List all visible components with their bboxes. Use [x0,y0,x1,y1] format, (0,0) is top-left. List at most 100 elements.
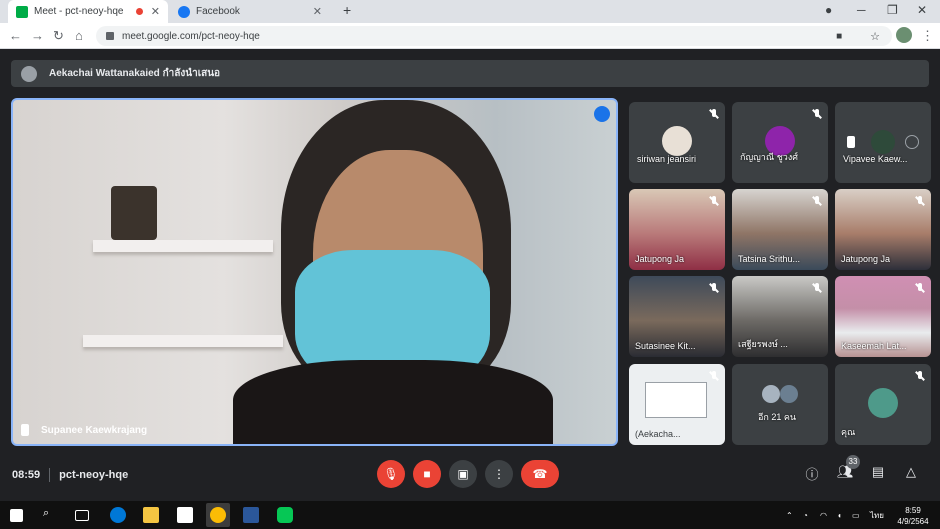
remove-icon[interactable] [905,135,919,149]
mic-off-icon: 🎙︎ [383,467,399,481]
tab-title: Facebook [196,6,240,17]
more-options-button[interactable]: ⋮ [485,460,513,488]
menu-icon[interactable]: ⋮ [921,28,934,44]
keyboard-icon[interactable]: ▭ [852,510,860,521]
forward-icon[interactable]: → [31,28,44,43]
participant-tile[interactable]: Jatupong Ja [629,189,725,270]
meeting-info: 08:59 pct-neoy-hqe [12,468,128,482]
search-icon[interactable]: ⌕ [43,507,59,523]
browser-tab-strip: Meet - pct-neoy-hqe ✕ Facebook ✕ + ● ─ ❐… [0,0,940,23]
main-video-tile[interactable]: Supanee Kaewkrajang [11,98,618,446]
participant-name: Supanee Kaewkrajang [41,424,148,436]
line-icon[interactable] [277,507,293,523]
windows-taskbar: ⌕ ⌃ ◔ ◠ ◖ ▭ ไทย 8:59 4/9/2564 [0,501,940,529]
system-clock[interactable]: 8:59 4/9/2564 [893,505,933,527]
participant-tile[interactable]: Jatupong Ja [835,189,931,270]
volume-icon[interactable]: ◖ [837,510,842,521]
window-close-button[interactable]: ✕ [917,3,927,17]
new-tab-button[interactable]: + [343,2,351,18]
participant-tile[interactable]: (Aekacha... [629,364,725,445]
tab-title: Meet - pct-neoy-hqe [34,6,124,17]
avatar [780,385,798,403]
more-vert-icon: ⋮ [493,467,505,481]
mic-off-icon [812,196,822,206]
participant-name: (Aekacha... [635,429,681,439]
camera-icon[interactable]: ■ [836,31,842,42]
shelf [83,335,283,347]
tray-chevron-icon[interactable]: ⌃ [786,510,793,521]
participant-tile[interactable]: Sutasinee Kit... [629,276,725,357]
self-tile[interactable]: คุณ [835,364,931,445]
present-screen-icon: ▣ [457,467,469,481]
participant-name: คุณ [841,427,856,437]
facebook-icon [178,5,190,18]
activities-icon[interactable]: △ [903,464,919,480]
profile-avatar[interactable] [896,27,912,43]
home-icon[interactable]: ⌂ [75,28,83,43]
mic-off-icon [915,371,925,381]
camera-toggle-button[interactable]: ■ [413,460,441,488]
profile-dropdown-icon[interactable]: ● [825,3,832,17]
participant-name: Tatsina Srithu... [738,254,801,264]
participant-tile[interactable]: เสฐียรพงษ์ ... [732,276,828,357]
chat-icon[interactable]: ▤ [870,464,886,480]
participant-name: siriwan jeansiri [637,154,697,164]
present-button[interactable]: ▣ [449,460,477,488]
participant-name: Kaseemah Lat... [841,341,907,351]
mute-button[interactable] [871,130,895,154]
more-participants-tile[interactable]: อีก 21 คน [732,364,828,445]
browser-toolbar: ← → ↻ ⌂ meet.google.com/pct-neoy-hqe ■ ☆… [0,23,940,49]
pin-icon[interactable] [21,424,29,436]
avatar [662,126,692,156]
store-icon[interactable] [177,507,193,523]
avatar [762,385,780,403]
main-tile-name: Supanee Kaewkrajang [21,424,147,436]
participant-tile[interactable]: siriwan jeansiri [629,102,725,183]
participant-name: Vipavee Kaew... [843,154,908,164]
windows-start-icon[interactable] [10,509,23,522]
participant-count-badge: 33 [846,455,860,469]
meeting-details-icon[interactable]: ⓘ [804,464,820,482]
participant-tile[interactable]: Tatsina Srithu... [732,189,828,270]
lock-icon [106,32,114,40]
hang-up-icon: ☎ [532,467,548,481]
participant-tile[interactable]: Vipavee Kaew... [835,102,931,183]
notification-icon[interactable]: ◔ [803,510,808,521]
close-icon[interactable]: ✕ [151,5,160,18]
wifi-icon[interactable]: ◠ [820,510,827,521]
address-bar[interactable]: meet.google.com/pct-neoy-hqe ■ ☆ [96,26,892,46]
participant-tile[interactable]: กัญญาณี ชูวงศ์ [732,102,828,183]
camera-off-icon: ■ [423,467,431,481]
mic-off-icon [709,109,719,119]
avatar [21,65,37,82]
participant-name: กัญญาณี ชูวงศ์ [740,152,798,162]
edge-icon[interactable] [110,507,126,523]
presenter-bar: Aekachai Wattanakaied กำลังนำเสนอ [11,60,929,87]
tab-meet[interactable]: Meet - pct-neoy-hqe ✕ [8,0,168,23]
clock [111,186,157,240]
mic-off-icon [709,196,719,206]
reload-icon[interactable]: ↻ [53,28,64,44]
clock-time: 8:59 [905,506,921,515]
word-icon[interactable] [243,507,259,523]
tab-facebook[interactable]: Facebook ✕ [170,0,330,23]
file-explorer-icon[interactable] [143,507,159,523]
language-indicator[interactable]: ไทย [870,510,884,521]
participant-tile[interactable]: Kaseemah Lat... [835,276,931,357]
person-body [233,360,553,444]
shelf [93,240,273,252]
participant-name: Sutasinee Kit... [635,341,696,351]
mic-off-icon [915,283,925,293]
pin-icon[interactable] [847,136,855,148]
star-icon[interactable]: ☆ [870,30,880,43]
clock-date: 4/9/2564 [897,517,929,526]
mic-off-icon [915,196,925,206]
task-view-icon[interactable] [75,510,89,521]
mic-toggle-button[interactable]: 🎙︎ [377,460,405,488]
maximize-button[interactable]: ❐ [887,3,898,17]
leave-call-button[interactable]: ☎ [521,460,559,488]
back-icon[interactable]: ← [9,28,22,43]
meet-icon [16,5,28,18]
close-icon[interactable]: ✕ [313,5,322,18]
minimize-button[interactable]: ─ [857,3,866,17]
